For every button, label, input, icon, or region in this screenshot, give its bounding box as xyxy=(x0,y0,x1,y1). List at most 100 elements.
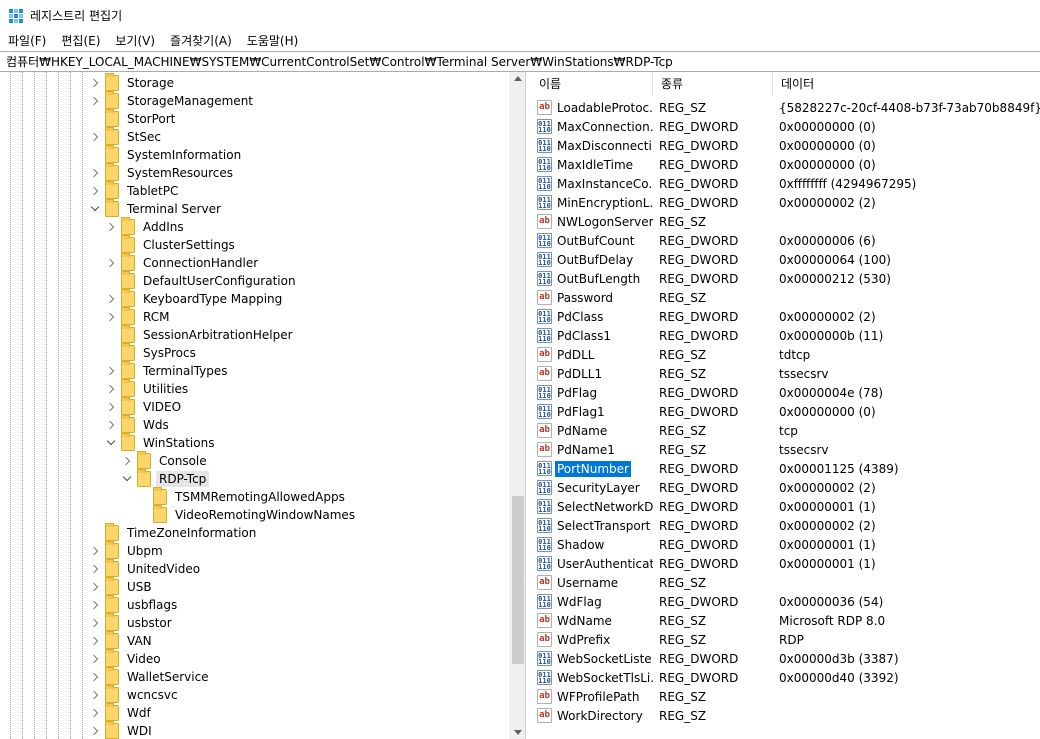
tree-item[interactable]: KeyboardType Mapping xyxy=(104,289,285,308)
value-row[interactable]: 011 110 MaxInstanceCo... REG_DWORD 0xfffffff… xyxy=(531,174,1040,193)
title-bar[interactable]: 레지스트리 편집기 xyxy=(0,0,1040,31)
value-row[interactable]: ab Username REG_SZ xyxy=(531,573,1040,592)
tree-item[interactable]: usbstor xyxy=(88,613,175,632)
expand-chevron-icon[interactable] xyxy=(104,398,118,416)
tree-item[interactable]: Ubpm xyxy=(88,541,166,560)
tree-item[interactable]: USB xyxy=(88,577,155,596)
expand-chevron-icon[interactable] xyxy=(104,416,118,434)
tree-item[interactable]: VIDEO xyxy=(104,397,184,416)
collapse-chevron-icon[interactable] xyxy=(120,470,134,488)
tree-item[interactable]: TSMMRemotingAllowedApps xyxy=(136,487,348,506)
tree-item[interactable]: VideoRemotingWindowNames xyxy=(136,505,358,524)
value-row[interactable]: 011 110 OutBufCount REG_DWORD 0x00000006 (6) xyxy=(531,231,1040,250)
value-row[interactable]: 011 110 WebSocketTlsLi... REG_DWORD 0x00000d… xyxy=(531,668,1040,687)
tree-item[interactable]: Video xyxy=(88,649,164,668)
tree-item[interactable]: DefaultUserConfiguration xyxy=(104,271,299,290)
value-row[interactable]: ab LoadableProtoc... REG_SZ {5828227c-20cf-… xyxy=(531,98,1040,117)
tree-item[interactable]: Wds xyxy=(104,415,172,434)
tree-item[interactable]: UnitedVideo xyxy=(88,559,203,578)
tree-item[interactable]: WalletService xyxy=(88,667,212,686)
address-bar[interactable]: 컴퓨터₩HKEY_LOCAL_MACHINE₩SYSTEM₩CurrentCon… xyxy=(0,51,1040,72)
scroll-up-arrow-icon[interactable] xyxy=(514,76,522,81)
tree-item[interactable]: Terminal Server xyxy=(88,199,224,218)
tree-item[interactable]: usbflags xyxy=(88,595,180,614)
value-row[interactable]: 011 110 SecurityLayer REG_DWORD 0x00000002 (… xyxy=(531,478,1040,497)
value-row[interactable]: 011 110 PdFlag REG_DWORD 0x0000004e (78) xyxy=(531,383,1040,402)
value-row[interactable]: 011 110 OutBufLength REG_DWORD 0x00000212 (5… xyxy=(531,269,1040,288)
expand-chevron-icon[interactable] xyxy=(104,308,118,326)
value-row[interactable]: 011 110 MaxConnection... REG_DWORD 0x0000000… xyxy=(531,117,1040,136)
tree-item[interactable]: Utilities xyxy=(104,379,191,398)
value-row[interactable]: 011 110 Shadow REG_DWORD 0x00000001 (1) xyxy=(531,535,1040,554)
tree-item[interactable]: ClusterSettings xyxy=(104,235,238,254)
expand-chevron-icon[interactable] xyxy=(88,614,102,632)
scroll-thumb[interactable] xyxy=(512,496,524,664)
expand-chevron-icon[interactable] xyxy=(88,704,102,722)
menu-favorites[interactable]: 즐겨찾기(A) xyxy=(162,31,239,51)
value-row[interactable]: ab Password REG_SZ xyxy=(531,288,1040,307)
value-row[interactable]: 011 110 MaxDisconnecti... REG_DWORD 0x000000… xyxy=(531,136,1040,155)
expand-chevron-icon[interactable] xyxy=(88,164,102,182)
value-row[interactable]: 011110 UserAuthenticat... REG_DWORD 0x00000… xyxy=(531,554,1040,573)
expand-chevron-icon[interactable] xyxy=(88,560,102,578)
tree-item[interactable]: RDP-Tcp xyxy=(120,469,210,488)
tree-item[interactable]: StSec xyxy=(88,127,164,146)
scroll-down-arrow-icon[interactable] xyxy=(514,730,522,735)
expand-chevron-icon[interactable] xyxy=(104,254,118,272)
menu-view[interactable]: 보기(V) xyxy=(107,31,162,51)
expand-chevron-icon[interactable] xyxy=(88,650,102,668)
value-row[interactable]: ab PdDLL1 REG_SZ tssecsrv xyxy=(531,364,1040,383)
key-tree-pane[interactable]: Storage StorageManagement StorPort StSec Sys… xyxy=(0,72,526,739)
tree-item[interactable]: SystemResources xyxy=(88,163,236,182)
tree-item[interactable]: StorPort xyxy=(88,109,178,128)
value-row[interactable]: ab WFProfilePath REG_SZ xyxy=(531,687,1040,706)
tree-item[interactable]: VAN xyxy=(88,631,155,650)
expand-chevron-icon[interactable] xyxy=(104,362,118,380)
expand-chevron-icon[interactable] xyxy=(88,596,102,614)
value-row[interactable]: 011 110 PortNumber REG_DWORD 0x00001125 (438… xyxy=(531,459,1040,478)
column-header-data[interactable]: 데이터 xyxy=(773,72,1040,96)
expand-chevron-icon[interactable] xyxy=(104,218,118,236)
expand-chevron-icon[interactable] xyxy=(88,668,102,686)
tree-item[interactable]: Console xyxy=(120,451,210,470)
value-row[interactable]: ab PdName REG_SZ tcp xyxy=(531,421,1040,440)
expand-chevron-icon[interactable] xyxy=(88,722,102,739)
value-row[interactable]: ab PdName1 REG_SZ tssecsrv xyxy=(531,440,1040,459)
tree-item[interactable]: Storage xyxy=(88,73,177,92)
tree-item[interactable]: wcncsvc xyxy=(88,685,181,704)
column-header-type[interactable]: 종류 xyxy=(653,72,773,96)
expand-chevron-icon[interactable] xyxy=(88,632,102,650)
value-row[interactable]: 011 110 SelectTransport REG_DWORD 0x00000002… xyxy=(531,516,1040,535)
tree-item[interactable]: TerminalTypes xyxy=(104,361,231,380)
value-row[interactable]: 011 110 MaxIdleTime REG_DWORD 0x00000000 (0) xyxy=(531,155,1040,174)
values-list-pane[interactable]: 이름 종류 데이터 ab LoadableProtoc... REG_SZ {5828… xyxy=(531,72,1040,739)
tree-item[interactable]: StorageManagement xyxy=(88,91,256,110)
value-row[interactable]: 011 110 WdFlag REG_DWORD 0x00000036 (54) xyxy=(531,592,1040,611)
expand-chevron-icon[interactable] xyxy=(104,380,118,398)
value-row[interactable]: 011 110 PdClass REG_DWORD 0x00000002 (2) xyxy=(531,307,1040,326)
value-row[interactable]: 011 110 PdFlag1 REG_DWORD 0x00000000 (0) xyxy=(531,402,1040,421)
expand-chevron-icon[interactable] xyxy=(120,452,134,470)
collapse-chevron-icon[interactable] xyxy=(88,200,102,218)
value-row[interactable]: 011 110 MinEncryptionL... REG_DWORD 0x000000… xyxy=(531,193,1040,212)
value-row[interactable]: ab WorkDirectory REG_SZ xyxy=(531,706,1040,725)
expand-chevron-icon[interactable] xyxy=(104,290,118,308)
expand-chevron-icon[interactable] xyxy=(88,182,102,200)
collapse-chevron-icon[interactable] xyxy=(104,434,118,452)
tree-item[interactable]: WinStations xyxy=(104,433,217,452)
value-row[interactable]: 011 110 PdClass1 REG_DWORD 0x0000000b (11) xyxy=(531,326,1040,345)
tree-item[interactable]: TimeZoneInformation xyxy=(88,523,259,542)
menu-help[interactable]: 도움말(H) xyxy=(239,31,306,51)
expand-chevron-icon[interactable] xyxy=(88,686,102,704)
value-row[interactable]: ab NWLogonServer REG_SZ xyxy=(531,212,1040,231)
column-header-name[interactable]: 이름 xyxy=(531,72,653,96)
value-row[interactable]: ab WdName REG_SZ Microsoft RDP 8.0 xyxy=(531,611,1040,630)
value-row[interactable]: 011 110 OutBufDelay REG_DWORD 0x00000064 (10… xyxy=(531,250,1040,269)
tree-item[interactable]: SysProcs xyxy=(104,343,199,362)
value-row[interactable]: ab PdDLL REG_SZ tdtcp xyxy=(531,345,1040,364)
expand-chevron-icon[interactable] xyxy=(88,74,102,92)
menu-edit[interactable]: 편집(E) xyxy=(53,31,107,51)
tree-item[interactable]: SystemInformation xyxy=(88,145,244,164)
tree-item[interactable]: SessionArbitrationHelper xyxy=(104,325,296,344)
tree-item[interactable]: Wdf xyxy=(88,703,154,722)
